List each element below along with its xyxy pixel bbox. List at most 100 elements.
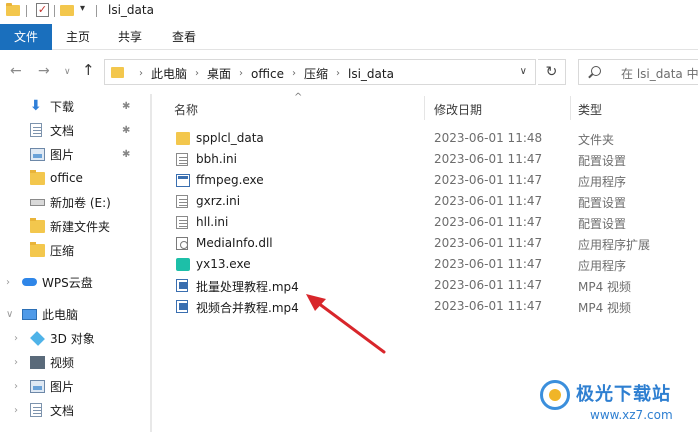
file-name: ffmpeg.exe (196, 173, 264, 187)
chevron-right-icon[interactable]: › (239, 68, 243, 79)
table-row[interactable]: MediaInfo.dll 2023-06-01 11:47 应用程序扩展 (152, 233, 698, 254)
sidebar-item-new-folder[interactable]: 新建文件夹 (0, 214, 150, 238)
tab-home[interactable]: 主页 (60, 24, 96, 50)
chevron-right-icon[interactable]: › (14, 333, 18, 344)
table-row[interactable]: yx13.exe 2023-06-01 11:47 应用程序 (152, 254, 698, 275)
up-arrow-icon[interactable]: ↑ (82, 61, 95, 79)
chevron-right-icon[interactable]: › (6, 277, 10, 288)
sidebar-item-drive-e[interactable]: 新加卷 (E:) (0, 190, 150, 214)
file-type: 文件夹 (578, 133, 615, 147)
file-date: 2023-06-01 11:47 (434, 173, 543, 187)
chevron-right-icon[interactable]: › (292, 68, 296, 79)
file-name: 批量处理教程.mp4 (196, 280, 299, 294)
forward-arrow-icon[interactable]: → (38, 63, 50, 79)
folder-icon (111, 67, 124, 78)
sidebar-item-videos[interactable]: › 视频 (0, 350, 150, 374)
table-row[interactable]: bbh.ini 2023-06-01 11:47 配置设置 (152, 149, 698, 170)
address-bar[interactable]: › 此电脑 › 桌面 › office › 压缩 › lsi_data ∨ (104, 59, 536, 85)
picture-icon (30, 147, 45, 161)
divider (26, 5, 27, 17)
file-type: 配置设置 (578, 217, 627, 231)
column-date-header[interactable]: 修改日期 (434, 101, 482, 118)
watermark: 极光下载站 www.xz7.com (540, 378, 698, 432)
file-type: 应用程序 (578, 259, 627, 273)
chevron-right-icon[interactable]: › (336, 68, 340, 79)
table-row[interactable]: 批量处理教程.mp4 2023-06-01 11:47 MP4 视频 (152, 275, 698, 296)
annotation-arrow-icon (306, 294, 386, 354)
breadcrumb: › 此电脑 › 桌面 › office › 压缩 › lsi_data (131, 65, 394, 82)
document-icon (30, 123, 42, 137)
chevron-right-icon[interactable]: › (139, 68, 143, 79)
tab-share[interactable]: 共享 (112, 24, 148, 50)
chevron-down-icon[interactable]: ∨ (520, 66, 527, 77)
breadcrumb-lsi-data[interactable]: lsi_data (348, 67, 394, 81)
breadcrumb-this-pc[interactable]: 此电脑 (151, 65, 187, 82)
pin-icon[interactable]: ✱ (122, 101, 130, 112)
sidebar-item-documents[interactable]: 文档 ✱ (0, 118, 150, 142)
properties-check-icon[interactable]: ✓ (36, 3, 49, 17)
table-row[interactable]: hll.ini 2023-06-01 11:47 配置设置 (152, 212, 698, 233)
title-bar: ✓ ▾ lsi_data (0, 0, 698, 24)
file-name: yx13.exe (196, 257, 251, 271)
sidebar-item-pictures-pc[interactable]: › 图片 (0, 374, 150, 398)
sidebar-item-3d-objects[interactable]: › 3D 对象 (0, 326, 150, 350)
column-divider[interactable] (424, 96, 425, 120)
window-title: lsi_data (108, 3, 154, 17)
search-box[interactable]: 在 lsi_data 中搜 (578, 59, 698, 85)
column-name-header[interactable]: 名称 (174, 101, 198, 118)
table-row[interactable]: gxrz.ini 2023-06-01 11:47 配置设置 (152, 191, 698, 212)
pin-icon[interactable]: ✱ (122, 125, 130, 136)
sidebar-item-label: 新加卷 (E:) (50, 195, 111, 210)
picture-icon (30, 379, 45, 393)
chevron-right-icon[interactable]: › (14, 381, 18, 392)
tab-file[interactable]: 文件 (0, 24, 52, 50)
file-name: 视频合并教程.mp4 (196, 301, 299, 315)
pin-icon[interactable]: ✱ (122, 149, 130, 160)
sidebar-item-label: 新建文件夹 (50, 219, 111, 234)
sidebar-item-office[interactable]: office (0, 166, 150, 190)
tab-view[interactable]: 查看 (166, 24, 202, 50)
folder-icon (30, 217, 45, 233)
back-arrow-icon[interactable]: ← (10, 63, 22, 79)
file-type: 配置设置 (578, 154, 627, 168)
customize-toolbar-icon[interactable]: ▾ (80, 3, 85, 14)
app-exe-icon (176, 258, 190, 271)
sidebar-item-downloads[interactable]: ⬇ 下载 ✱ (0, 94, 150, 118)
file-name: spplcl_data (196, 131, 264, 145)
search-icon (591, 66, 601, 76)
search-input[interactable]: 在 lsi_data 中搜 (621, 65, 698, 82)
sidebar-item-pictures[interactable]: 图片 ✱ (0, 142, 150, 166)
recent-locations-chevron-icon[interactable]: ∨ (64, 67, 71, 77)
refresh-button[interactable]: ↻ (538, 59, 566, 85)
folder-icon (6, 3, 20, 16)
breadcrumb-desktop[interactable]: 桌面 (207, 65, 231, 82)
breadcrumb-office[interactable]: office (251, 67, 284, 81)
file-name: bbh.ini (196, 152, 237, 166)
new-folder-icon[interactable] (60, 5, 74, 16)
chevron-right-icon[interactable]: › (14, 357, 18, 368)
ini-file-icon (176, 216, 188, 229)
sidebar-item-label: 图片 (50, 147, 75, 162)
chevron-right-icon[interactable]: › (14, 405, 18, 416)
column-divider[interactable] (570, 96, 571, 120)
table-row[interactable]: spplcl_data 2023-06-01 11:48 文件夹 (152, 128, 698, 149)
sidebar-item-label: 下载 (50, 99, 75, 114)
breadcrumb-compress[interactable]: 压缩 (304, 65, 328, 82)
chevron-right-icon[interactable]: › (195, 68, 199, 79)
watermark-title: 极光下载站 (576, 384, 671, 405)
divider (96, 5, 97, 17)
sidebar-item-compress[interactable]: 压缩 (0, 238, 150, 262)
watermark-url: www.xz7.com (590, 408, 673, 422)
sidebar-item-this-pc[interactable]: ∨ 此电脑 (0, 302, 150, 326)
ribbon-tabs: 文件 主页 共享 查看 (0, 24, 698, 50)
sidebar-item-wps-cloud[interactable]: › WPS云盘 (0, 270, 150, 294)
cloud-icon (22, 278, 37, 286)
chevron-down-icon[interactable]: ∨ (6, 309, 13, 320)
download-icon: ⬇ (30, 98, 42, 114)
file-name: hll.ini (196, 215, 229, 229)
file-type: 应用程序 (578, 175, 627, 189)
column-type-header[interactable]: 类型 (578, 101, 602, 118)
table-row[interactable]: 视频合并教程.mp4 2023-06-01 11:47 MP4 视频 (152, 296, 698, 317)
table-row[interactable]: ffmpeg.exe 2023-06-01 11:47 应用程序 (152, 170, 698, 191)
sidebar-item-documents-pc[interactable]: › 文档 (0, 398, 150, 422)
